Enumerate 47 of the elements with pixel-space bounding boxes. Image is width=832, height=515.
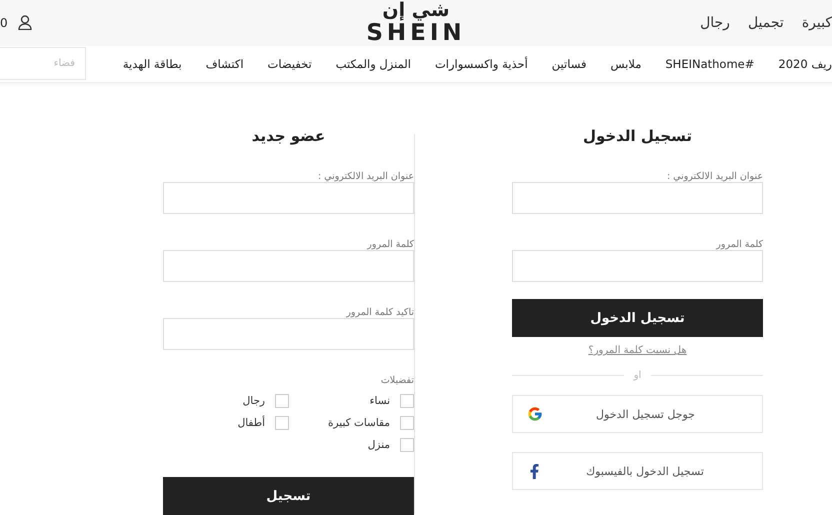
nav-link[interactable]: ملابس: [610, 56, 642, 71]
checkbox-label: مقاسات كبيرة: [328, 417, 390, 429]
field-label: كلمة المرور: [366, 239, 414, 250]
or-separator: او: [634, 370, 642, 381]
header-link[interactable]: تجميل: [748, 14, 784, 31]
input-field[interactable]: [163, 318, 414, 350]
logo-arabic: شي إن: [382, 0, 450, 20]
search-field[interactable]: فضاء: [0, 47, 86, 80]
checkbox[interactable]: [275, 394, 289, 408]
register-title: عضو جديد: [250, 127, 326, 145]
header-link[interactable]: كبيرة: [802, 14, 832, 31]
login-title: تسجيل الدخول: [582, 127, 694, 145]
input-field[interactable]: [163, 182, 414, 214]
checkbox-label: نساء: [370, 395, 390, 407]
nav-link[interactable]: اكتشاف: [206, 56, 244, 71]
nav-link[interactable]: المنزل والمكتب: [336, 56, 411, 71]
nav-link[interactable]: أحذية واكسسوارات: [434, 56, 528, 71]
preferences-label: تفضيلات: [380, 375, 414, 386]
field-label: عنوان البريد الالكتروني :: [316, 171, 414, 182]
checkbox[interactable]: [400, 416, 414, 430]
forgot-password-link[interactable]: هل نسيت كلمة المرور؟: [588, 345, 687, 356]
nav-link[interactable]: #SHEINathome: [665, 56, 754, 71]
checkbox-label: منزل: [368, 439, 390, 451]
checkbox-label: أطفال: [238, 417, 265, 429]
input-field[interactable]: [512, 182, 763, 214]
checkbox[interactable]: [400, 438, 414, 452]
google-icon: [527, 406, 543, 422]
header-link[interactable]: رجال: [700, 14, 730, 31]
logo[interactable]: SHEIN: [366, 22, 466, 45]
nav-link[interactable]: بطاقة الهدية: [122, 56, 182, 71]
google-login-button[interactable]: جوجل تسجيل الدخول: [512, 395, 763, 433]
checkbox[interactable]: [400, 394, 414, 408]
field-label: عنوان البريد الالكتروني :: [666, 171, 763, 182]
checkbox[interactable]: [275, 416, 289, 430]
nav-link[interactable]: تخفيضات: [268, 56, 312, 71]
login-button[interactable]: تسجيل الدخول: [512, 299, 763, 337]
register-button[interactable]: تسجيل: [163, 477, 414, 515]
input-field[interactable]: [163, 250, 414, 282]
cart-count: 0: [0, 16, 8, 30]
user-icon[interactable]: [18, 15, 32, 30]
field-label: تاكيد كلمة المرور: [345, 307, 414, 318]
facebook-login-button[interactable]: تسجيل الدخول بالفيسبوك: [512, 452, 763, 490]
input-field[interactable]: [512, 250, 763, 282]
field-label: كلمة المرور: [714, 239, 763, 250]
nav-link[interactable]: فساتين: [552, 56, 586, 71]
nav-link[interactable]: ريف 2020: [778, 56, 832, 71]
checkbox-label: رجال: [242, 395, 265, 407]
